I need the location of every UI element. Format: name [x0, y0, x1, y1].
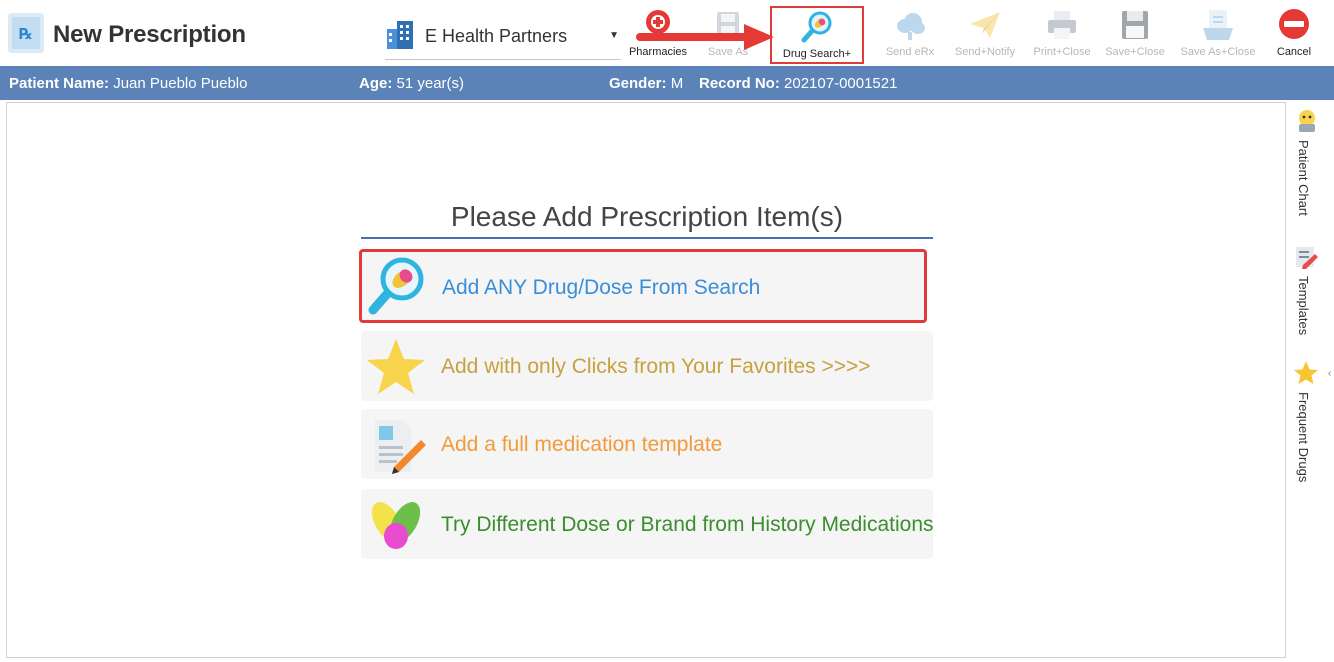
save-as-close-icon — [1203, 10, 1233, 40]
patient-name-value: Juan Pueblo Pueblo — [113, 75, 248, 92]
save-close-label: Save+Close — [1105, 46, 1165, 58]
patient-record-label: Record No: — [699, 75, 780, 92]
cloud-icon — [897, 13, 925, 40]
patient-chart-icon — [1299, 110, 1315, 132]
red-arrow-annotation — [636, 24, 774, 50]
print-close-button[interactable]: Print+Close — [1026, 0, 1098, 66]
page-title: New Prescription — [53, 21, 246, 48]
tab-patient-chart-label: Patient Chart — [1296, 140, 1311, 216]
send-erx-button[interactable]: Send eRx — [880, 0, 940, 66]
patient-record-value: 202107-0001521 — [784, 75, 898, 92]
history-medications-option[interactable]: Try Different Dose or Brand from History… — [361, 489, 934, 559]
printer-icon — [1048, 11, 1076, 39]
history-medications-label: Try Different Dose or Brand from History… — [441, 513, 934, 536]
add-from-search-label: Add ANY Drug/Dose From Search — [442, 276, 761, 299]
drug-search-icon — [368, 257, 424, 315]
template-pencil-icon — [375, 420, 426, 474]
patient-record: Record No: 202107-0001521 — [699, 75, 897, 92]
send-notify-button[interactable]: Send+Notify — [946, 0, 1024, 66]
pills-icon — [371, 502, 421, 549]
prescription-window: ℞ New Prescription E Health Partners ▼ P… — [0, 0, 1334, 662]
star-icon — [1294, 361, 1318, 384]
side-tabs: Patient Chart Templates Frequent Drugs — [1288, 102, 1332, 658]
tab-templates-label: Templates — [1296, 276, 1311, 336]
drug-search-icon — [801, 11, 832, 43]
save-close-button[interactable]: Save+Close — [1100, 0, 1170, 66]
prescription-items-panel: Please Add Prescription Item(s) Add ANY … — [6, 102, 1286, 658]
patient-age: Age: 51 year(s) — [359, 75, 464, 92]
tab-patient-chart[interactable]: Patient Chart — [1288, 108, 1324, 238]
prescription-logo-icon: ℞ — [8, 13, 44, 53]
patient-gender-label: Gender: — [609, 75, 667, 92]
chevron-left-icon[interactable]: ‹ — [1328, 368, 1331, 379]
patient-age-value: 51 year(s) — [396, 75, 465, 92]
save-as-close-label: Save As+Close — [1180, 46, 1256, 58]
add-medication-template-label: Add a full medication template — [441, 433, 723, 456]
patient-gender: Gender: M — [609, 75, 683, 92]
cancel-label: Cancel — [1276, 46, 1312, 58]
floppy-disk-icon — [1122, 11, 1148, 39]
chevron-down-icon[interactable]: ▼ — [609, 30, 619, 41]
add-from-favorites-label: Add with only Clicks from Your Favorites… — [441, 355, 871, 378]
practice-select[interactable]: E Health Partners ▼ — [385, 18, 621, 60]
header-toolbar: ℞ New Prescription E Health Partners ▼ P… — [0, 0, 1334, 66]
drug-search-label: Drug Search+ — [782, 48, 852, 60]
add-from-favorites-option[interactable]: Add with only Clicks from Your Favorites… — [361, 331, 933, 401]
practice-name: E Health Partners — [425, 26, 568, 46]
tab-templates[interactable]: Templates — [1288, 244, 1324, 354]
patient-gender-value: M — [670, 75, 684, 92]
star-icon — [367, 339, 425, 394]
patient-name-label: Patient Name: — [9, 75, 110, 92]
building-icon — [387, 21, 413, 49]
templates-icon — [1296, 247, 1318, 269]
drug-search-button[interactable]: Drug Search+ — [770, 6, 864, 64]
add-medication-template-option[interactable]: Add a full medication template — [361, 409, 933, 479]
svg-text:℞: ℞ — [19, 25, 32, 43]
print-close-label: Print+Close — [1033, 46, 1091, 58]
patient-age-label: Age: — [359, 75, 393, 92]
send-notify-label: Send+Notify — [954, 46, 1016, 58]
tab-frequent-drugs-label: Frequent Drugs — [1296, 392, 1311, 483]
cancel-icon — [1279, 9, 1309, 39]
send-erx-label: Send eRx — [885, 46, 935, 58]
patient-name: Patient Name: Juan Pueblo Pueblo — [9, 75, 247, 92]
patient-info-bar: Patient Name: Juan Pueblo Pueblo Age: 51… — [0, 66, 1334, 100]
tab-frequent-drugs[interactable]: Frequent Drugs — [1288, 360, 1324, 500]
cancel-button[interactable]: Cancel — [1268, 0, 1320, 66]
add-from-search-option[interactable]: Add ANY Drug/Dose From Search — [359, 249, 927, 323]
add-items-heading: Please Add Prescription Item(s) — [361, 201, 933, 239]
paper-plane-icon — [970, 12, 1000, 38]
save-as-close-button[interactable]: Save As+Close — [1172, 0, 1264, 66]
